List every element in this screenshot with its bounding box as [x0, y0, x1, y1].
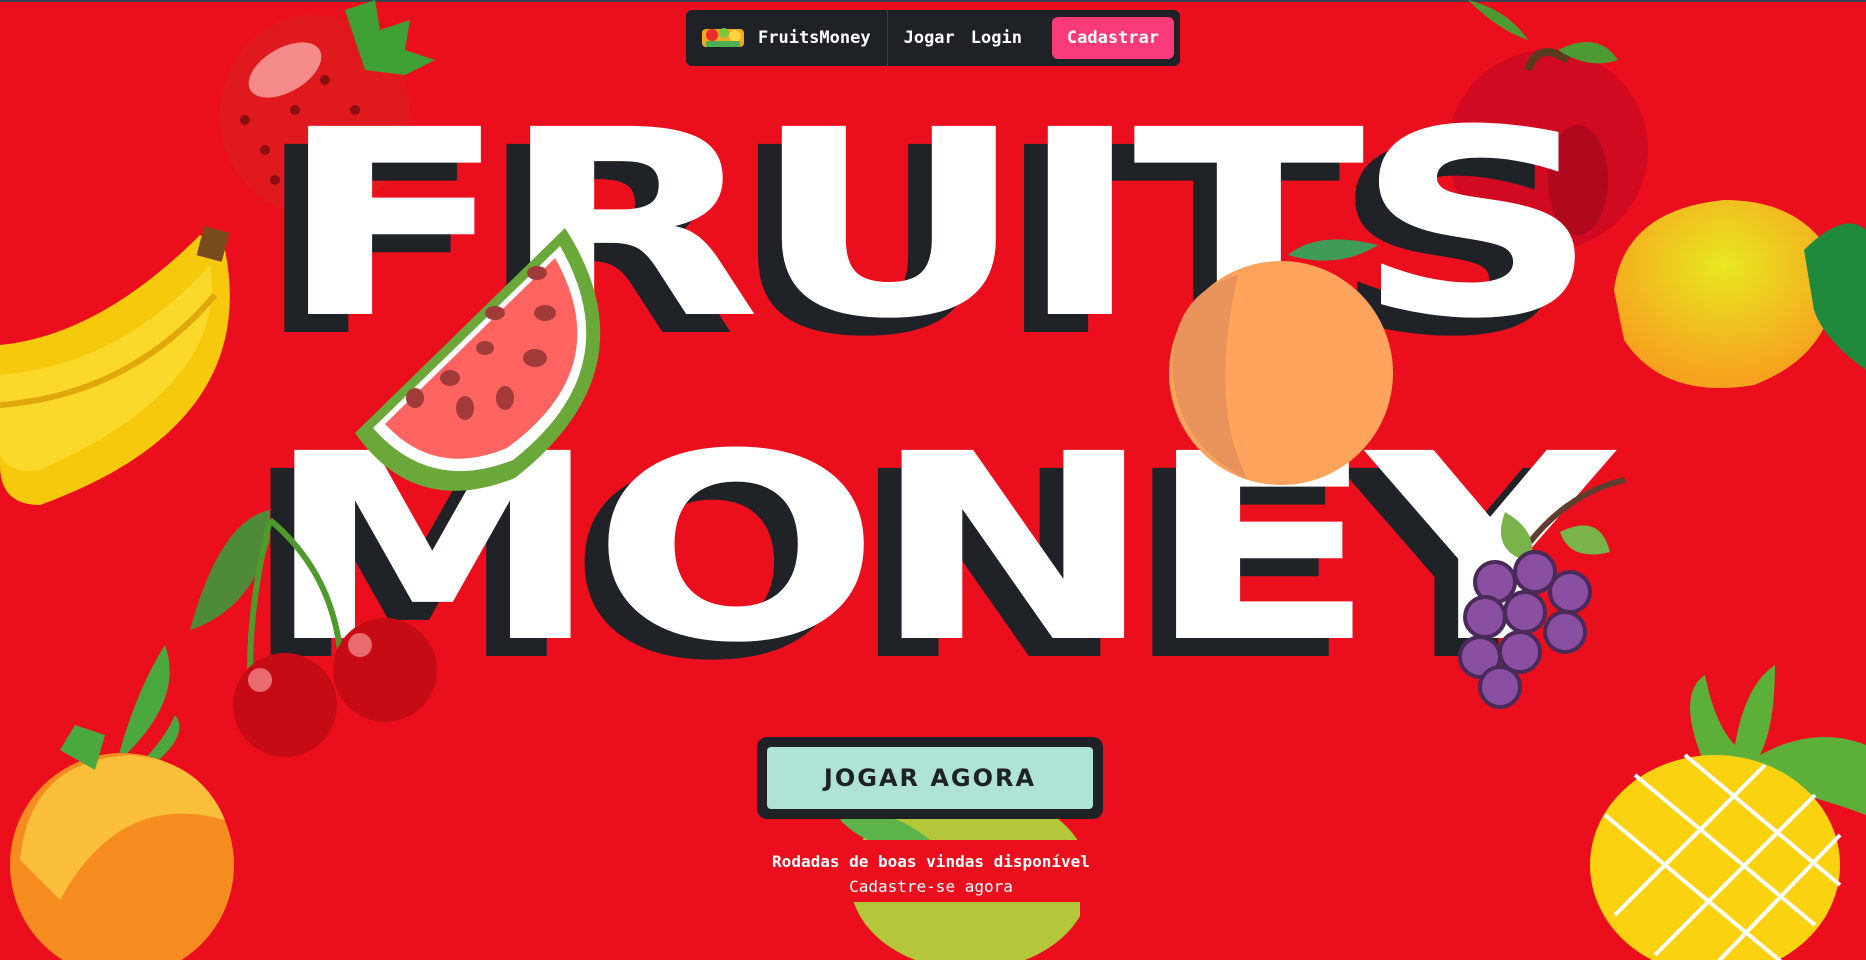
- watermelon-icon: [355, 228, 601, 491]
- orange-icon: [10, 645, 234, 960]
- cta-frame: JOGAR AGORA: [757, 737, 1103, 819]
- hero-title-line-1: FRUITS: [276, 75, 1600, 375]
- pineapple-icon: [1590, 665, 1866, 960]
- nav-link-login[interactable]: Login: [971, 28, 1022, 48]
- peach-icon: [1169, 239, 1393, 485]
- brand[interactable]: FruitsMoney: [700, 10, 888, 66]
- brand-logo-icon: [702, 28, 744, 47]
- banana-icon: [0, 226, 230, 505]
- welcome-bonus-text: Rodadas de boas vindas disponível: [772, 852, 1090, 871]
- play-now-button[interactable]: JOGAR AGORA: [767, 747, 1093, 809]
- nav-link-jogar[interactable]: Jogar: [904, 28, 955, 48]
- signup-button[interactable]: Cadastrar: [1051, 17, 1174, 59]
- signup-now-link[interactable]: Cadastre-se agora: [755, 877, 1107, 896]
- welcome-panel: Rodadas de boas vindas disponível Cadast…: [755, 840, 1107, 902]
- brand-name: FruitsMoney: [758, 28, 871, 48]
- top-navbar: FruitsMoney Jogar Login Cadastrar: [686, 10, 1180, 66]
